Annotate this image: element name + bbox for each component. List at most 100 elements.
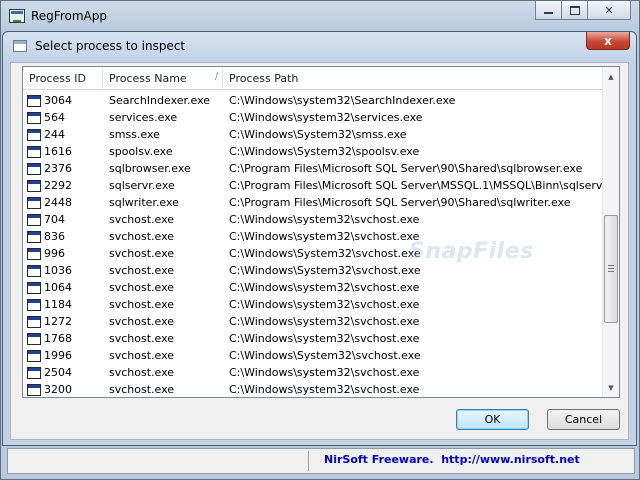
select-process-dialog: Select process to inspect x Process ID P…	[2, 31, 637, 446]
process-window-icon	[27, 366, 41, 379]
table-row[interactable]: 996 svchost.exe C:\Windows\System32\svchos…	[23, 245, 603, 262]
process-list[interactable]: Process ID Process Name ∕ Process Path 3…	[22, 66, 620, 398]
process-id-cell: 244	[23, 128, 103, 141]
table-row[interactable]: 704 svchost.exe C:\Windows\system32\svchos…	[23, 211, 603, 228]
cancel-button[interactable]: Cancel	[547, 409, 620, 430]
process-id: 244	[44, 128, 65, 141]
process-name: svchost.exe	[109, 247, 175, 260]
table-row[interactable]: 2376 sqlbrowser.exe C:\Program Files\Micro…	[23, 160, 603, 177]
process-name: svchost.exe	[109, 349, 175, 362]
scroll-down-arrow-icon[interactable]: ▼	[603, 379, 619, 396]
process-name: svchost.exe	[109, 315, 175, 328]
table-row[interactable]: 1064 svchost.exe C:\Windows\system32\svcho…	[23, 279, 603, 296]
process-rows: 3064 SearchIndexer.exe C:\Windows\system32…	[23, 92, 620, 397]
table-row[interactable]: 836 svchost.exe C:\Windows\system32\svchos…	[23, 228, 603, 245]
process-path: C:\Program Files\Microsoft SQL Server\MS…	[229, 179, 620, 192]
process-id: 1064	[44, 281, 72, 294]
process-window-icon	[27, 128, 41, 141]
process-window-icon	[27, 196, 41, 209]
process-window-icon	[27, 162, 41, 175]
column-header-process-name[interactable]: Process Name ∕	[103, 67, 223, 90]
process-id-cell: 2504	[23, 366, 103, 379]
table-row[interactable]: 1272 svchost.exe C:\Windows\system32\svcho…	[23, 313, 603, 330]
ok-button[interactable]: OK	[456, 409, 529, 430]
nirsoft-link[interactable]: NirSoft Freeware. http://www.nirsoft.net	[324, 453, 580, 466]
process-path: C:\Windows\system32\svchost.exe	[229, 298, 420, 311]
process-id-cell: 1064	[23, 281, 103, 294]
process-id-cell: 836	[23, 230, 103, 243]
process-id: 1768	[44, 332, 72, 345]
process-path: C:\Program Files\Microsoft SQL Server\90…	[229, 162, 583, 175]
process-window-icon	[27, 315, 41, 328]
process-path: C:\Windows\system32\SearchIndexer.exe	[229, 94, 456, 107]
process-name: svchost.exe	[109, 264, 175, 277]
process-window-icon	[27, 298, 41, 311]
process-id: 836	[44, 230, 65, 243]
table-row[interactable]: 244 smss.exe C:\Windows\System32\smss.exe	[23, 126, 603, 143]
table-row[interactable]: 2292 sqlservr.exe C:\Program Files\Microso…	[23, 177, 620, 194]
table-row[interactable]: 1768 svchost.exe C:\Windows\system32\svcho…	[23, 330, 603, 347]
process-name: svchost.exe	[109, 281, 175, 294]
column-header-process-path[interactable]: Process Path	[223, 67, 603, 90]
process-window-icon	[27, 230, 41, 243]
main-close-button[interactable]: ✕	[587, 1, 631, 20]
table-row[interactable]: 564 services.exe C:\Windows\system32\servi…	[23, 109, 603, 126]
process-id-cell: 704	[23, 213, 103, 226]
process-id-cell: 1996	[23, 349, 103, 362]
process-name: svchost.exe	[109, 213, 175, 226]
dialog-close-button[interactable]: x	[586, 32, 630, 50]
process-id: 2504	[44, 366, 72, 379]
table-row[interactable]: 1184 svchost.exe C:\Windows\system32\svcho…	[23, 296, 603, 313]
process-id-cell: 1272	[23, 315, 103, 328]
process-path: C:\Windows\system32\svchost.exe	[229, 332, 420, 345]
process-id-cell: 1616	[23, 145, 103, 158]
process-path: C:\Windows\System32\spoolsv.exe	[229, 145, 420, 158]
regfromapp-icon	[9, 9, 25, 23]
scroll-up-arrow-icon[interactable]: ▲	[603, 68, 619, 85]
process-id: 996	[44, 247, 65, 260]
process-id-cell: 3064	[23, 94, 103, 107]
process-id: 3064	[44, 94, 72, 107]
process-window-icon	[27, 281, 41, 294]
process-path: C:\Program Files\Microsoft SQL Server\90…	[229, 196, 571, 209]
process-window-icon	[27, 94, 41, 107]
maximize-button[interactable]	[561, 1, 588, 20]
process-id-cell: 2376	[23, 162, 103, 175]
process-id-cell: 1036	[23, 264, 103, 277]
process-id-cell: 2448	[23, 196, 103, 209]
process-path: C:\Windows\System32\svchost.exe	[229, 349, 421, 362]
process-id: 564	[44, 111, 65, 124]
vertical-scrollbar[interactable]: ▲ ▼	[602, 67, 619, 397]
table-row[interactable]: 1996 svchost.exe C:\Windows\System32\svcho…	[23, 347, 603, 364]
process-window-icon	[27, 179, 41, 192]
table-row[interactable]: 3064 SearchIndexer.exe C:\Windows\system32…	[23, 92, 603, 109]
process-id-cell: 1184	[23, 298, 103, 311]
process-name: sqlwriter.exe	[109, 196, 179, 209]
process-window-icon	[27, 383, 41, 396]
process-name: svchost.exe	[109, 332, 175, 345]
column-header-process-id[interactable]: Process ID	[23, 67, 103, 90]
process-id: 1272	[44, 315, 72, 328]
table-row[interactable]: 1036 svchost.exe C:\Windows\System32\svcho…	[23, 262, 603, 279]
process-id: 1184	[44, 298, 72, 311]
table-row[interactable]: 2504 svchost.exe C:\Windows\system32\svcho…	[23, 364, 603, 381]
table-row[interactable]: 3200 svchost.exe C:\Windows\system32\svcho…	[23, 381, 603, 397]
table-row[interactable]: 2448 sqlwriter.exe C:\Program Files\Micros…	[23, 194, 603, 211]
process-window-icon	[27, 332, 41, 345]
dialog-title: Select process to inspect	[35, 39, 186, 53]
process-window-icon	[27, 247, 41, 260]
process-id-cell: 3200	[23, 383, 103, 396]
process-path: C:\Windows\system32\svchost.exe	[229, 315, 420, 328]
process-name: spoolsv.exe	[109, 145, 173, 158]
process-path: C:\Windows\system32\svchost.exe	[229, 383, 420, 396]
process-id-cell: 564	[23, 111, 103, 124]
process-id: 2292	[44, 179, 72, 192]
minimize-button[interactable]	[535, 1, 562, 20]
table-row[interactable]: 1616 spoolsv.exe C:\Windows\System32\spool…	[23, 143, 603, 160]
scrollbar-thumb[interactable]	[604, 215, 618, 323]
process-window-icon	[27, 264, 41, 277]
window-controls: ✕	[535, 1, 631, 20]
process-path: C:\Windows\System32\svchost.exe	[229, 264, 421, 277]
status-separator	[308, 451, 309, 471]
process-path: C:\Windows\system32\svchost.exe	[229, 213, 420, 226]
